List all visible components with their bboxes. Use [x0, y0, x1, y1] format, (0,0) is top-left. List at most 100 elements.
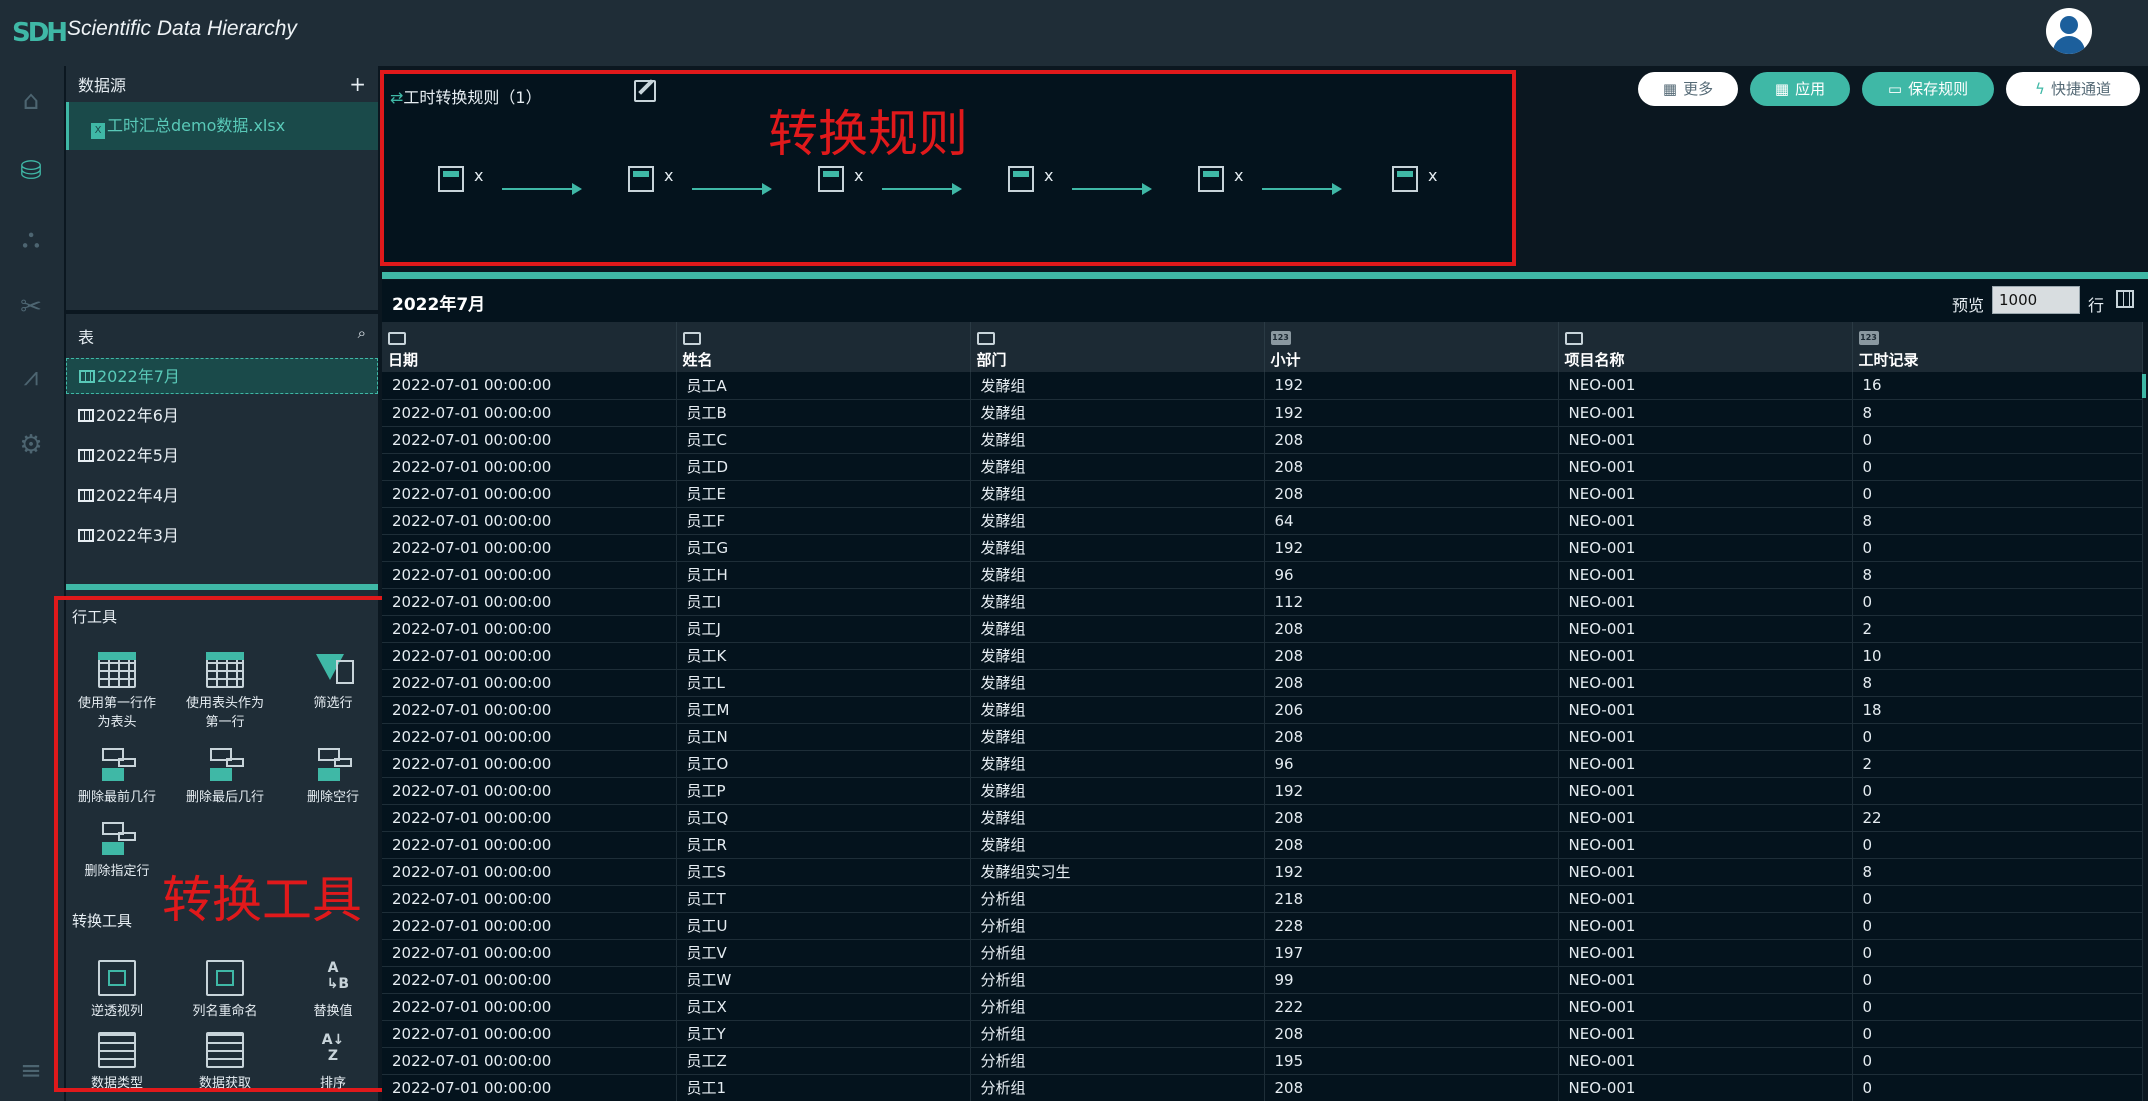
table-row[interactable]: 2022-07-01 00:00:00 员工F 发酵组 64 NEO-001 8 — [382, 507, 2143, 535]
sheet-item[interactable]: 2022年5月 — [66, 438, 378, 474]
table-cell[interactable]: 2022-07-01 00:00:00 — [382, 1020, 677, 1048]
table-cell[interactable]: NEO-001 — [1558, 615, 1853, 643]
remove-step-button[interactable]: x — [1234, 166, 1243, 185]
table-cell[interactable]: 2022-07-01 00:00:00 — [382, 777, 677, 805]
column-header[interactable]: 部门 — [970, 322, 1265, 372]
table-cell[interactable]: NEO-001 — [1558, 696, 1853, 724]
table-cell[interactable]: 2022-07-01 00:00:00 — [382, 750, 677, 778]
table-cell[interactable]: 0 — [1852, 939, 2143, 967]
table-cell[interactable]: 192 — [1264, 777, 1559, 805]
table-cell[interactable]: 2022-07-01 00:00:00 — [382, 939, 677, 967]
table-cell[interactable]: NEO-001 — [1558, 966, 1853, 994]
table-cell[interactable]: 2022-07-01 00:00:00 — [382, 804, 677, 832]
table-cell[interactable]: 208 — [1264, 615, 1559, 643]
table-cell[interactable]: 8 — [1852, 669, 2143, 697]
table-cell[interactable]: 0 — [1852, 1074, 2143, 1101]
rule-step-rename-icon[interactable] — [1198, 166, 1224, 192]
rule-step-unpivot-icon[interactable] — [818, 166, 844, 192]
table-cell[interactable]: 2 — [1852, 750, 2143, 778]
table-cell[interactable]: 发酵组 — [970, 507, 1265, 535]
table-cell[interactable]: 2022-07-01 00:00:00 — [382, 1074, 677, 1101]
table-row[interactable]: 2022-07-01 00:00:00 员工H 发酵组 96 NEO-001 8 — [382, 561, 2143, 589]
sheet-item[interactable]: 2022年3月 — [66, 518, 378, 554]
table-cell[interactable]: NEO-001 — [1558, 939, 1853, 967]
table-cell[interactable]: NEO-001 — [1558, 372, 1853, 400]
table-cell[interactable]: 64 — [1264, 507, 1559, 535]
table-cell[interactable]: 0 — [1852, 426, 2143, 454]
use-first-row-as-header-tool[interactable]: 使用第一行作 为表头 — [62, 652, 172, 732]
table-cell[interactable]: 发酵组 — [970, 804, 1265, 832]
table-cell[interactable]: 员工Q — [676, 804, 971, 832]
table-cell[interactable]: 发酵组 — [970, 372, 1265, 400]
table-cell[interactable]: 2022-07-01 00:00:00 — [382, 588, 677, 616]
table-cell[interactable]: 16 — [1852, 372, 2143, 400]
table-cell[interactable]: 员工X — [676, 993, 971, 1021]
table-cell[interactable]: 2022-07-01 00:00:00 — [382, 723, 677, 751]
sort-tool[interactable]: A↓ Z 排序 — [278, 1032, 388, 1093]
table-row[interactable]: 2022-07-01 00:00:00 员工V 分析组 197 NEO-001 0 — [382, 939, 2143, 967]
preview-rows-input[interactable] — [1992, 286, 2080, 314]
table-row[interactable]: 2022-07-01 00:00:00 员工L 发酵组 208 NEO-001 8 — [382, 669, 2143, 697]
table-cell[interactable]: 208 — [1264, 804, 1559, 832]
table-cell[interactable]: 8 — [1852, 858, 2143, 886]
table-cell[interactable]: 2022-07-01 00:00:00 — [382, 912, 677, 940]
data-table-container[interactable]: 日期 姓名 部门 123 小计 项目名称 123 工时记录 2022-07-01 0… — [382, 322, 2148, 1101]
table-row[interactable]: 2022-07-01 00:00:00 员工B 发酵组 192 NEO-001 8 — [382, 399, 2143, 427]
table-cell[interactable]: 2022-07-01 00:00:00 — [382, 993, 677, 1021]
table-cell[interactable]: 发酵组 — [970, 534, 1265, 562]
save-rules-button[interactable]: ▭ 保存规则 — [1862, 72, 1994, 106]
table-cell[interactable]: 发酵组 — [970, 669, 1265, 697]
table-cell[interactable]: 228 — [1264, 912, 1559, 940]
table-cell[interactable]: 员工H — [676, 561, 971, 589]
table-cell[interactable]: 分析组 — [970, 912, 1265, 940]
table-cell[interactable]: 208 — [1264, 723, 1559, 751]
column-header[interactable]: 项目名称 — [1558, 322, 1853, 372]
table-cell[interactable]: 208 — [1264, 1020, 1559, 1048]
sheet-item[interactable]: 2022年4月 — [66, 478, 378, 514]
table-cell[interactable]: 197 — [1264, 939, 1559, 967]
table-cell[interactable]: 208 — [1264, 1074, 1559, 1101]
remove-step-button[interactable]: x — [474, 166, 483, 185]
table-row[interactable]: 2022-07-01 00:00:00 员工W 分析组 99 NEO-001 0 — [382, 966, 2143, 994]
use-header-as-first-row-tool[interactable]: 使用表头作为 第一行 — [170, 652, 280, 732]
table-cell[interactable]: 发酵组 — [970, 480, 1265, 508]
table-cell[interactable]: 员工B — [676, 399, 971, 427]
table-row[interactable]: 2022-07-01 00:00:00 员工Y 分析组 208 NEO-001 0 — [382, 1020, 2143, 1048]
remove-top-rows-tool[interactable]: 删除最前几行 — [62, 746, 172, 807]
dna-icon[interactable]: ✂ — [14, 290, 48, 324]
table-cell[interactable]: 员工1 — [676, 1074, 971, 1101]
table-cell[interactable]: 发酵组 — [970, 426, 1265, 454]
table-cell[interactable]: 112 — [1264, 588, 1559, 616]
table-cell[interactable]: 员工S — [676, 858, 971, 886]
sheet-item[interactable]: 2022年6月 — [66, 398, 378, 434]
table-cell[interactable]: NEO-001 — [1558, 723, 1853, 751]
table-cell[interactable]: 208 — [1264, 453, 1559, 481]
add-datasource-button[interactable]: + — [349, 72, 366, 96]
remove-bottom-rows-tool[interactable]: 删除最后几行 — [170, 746, 280, 807]
remove-step-button[interactable]: x — [1428, 166, 1437, 185]
column-header[interactable]: 日期 — [382, 322, 677, 372]
remove-blank-rows-tool[interactable]: 删除空行 — [278, 746, 388, 807]
table-cell[interactable]: 发酵组 — [970, 777, 1265, 805]
table-cell[interactable]: 2022-07-01 00:00:00 — [382, 615, 677, 643]
table-cell[interactable]: 员工N — [676, 723, 971, 751]
table-cell[interactable]: 2022-07-01 00:00:00 — [382, 831, 677, 859]
table-row[interactable]: 2022-07-01 00:00:00 员工X 分析组 222 NEO-001 0 — [382, 993, 2143, 1021]
table-row[interactable]: 2022-07-01 00:00:00 员工K 发酵组 208 NEO-001 10 — [382, 642, 2143, 670]
table-cell[interactable]: 18 — [1852, 696, 2143, 724]
table-row[interactable]: 2022-07-01 00:00:00 员工D 发酵组 208 NEO-001 0 — [382, 453, 2143, 481]
table-row[interactable]: 2022-07-01 00:00:00 员工J 发酵组 208 NEO-001 2 — [382, 615, 2143, 643]
table-cell[interactable]: 分析组 — [970, 1020, 1265, 1048]
column-header[interactable]: 123 工时记录 — [1852, 322, 2143, 372]
table-cell[interactable]: 99 — [1264, 966, 1559, 994]
table-cell[interactable]: NEO-001 — [1558, 804, 1853, 832]
table-cell[interactable]: 员工C — [676, 426, 971, 454]
rename-columns-tool[interactable]: 列名重命名 — [170, 960, 280, 1021]
filter-rows-tool[interactable]: 筛选行 — [278, 652, 388, 713]
table-view-icon[interactable] — [2116, 290, 2134, 308]
table-cell[interactable]: 2022-07-01 00:00:00 — [382, 642, 677, 670]
table-cell[interactable]: NEO-001 — [1558, 642, 1853, 670]
table-cell[interactable]: 192 — [1264, 858, 1559, 886]
table-cell[interactable]: 192 — [1264, 399, 1559, 427]
table-cell[interactable]: 8 — [1852, 399, 2143, 427]
